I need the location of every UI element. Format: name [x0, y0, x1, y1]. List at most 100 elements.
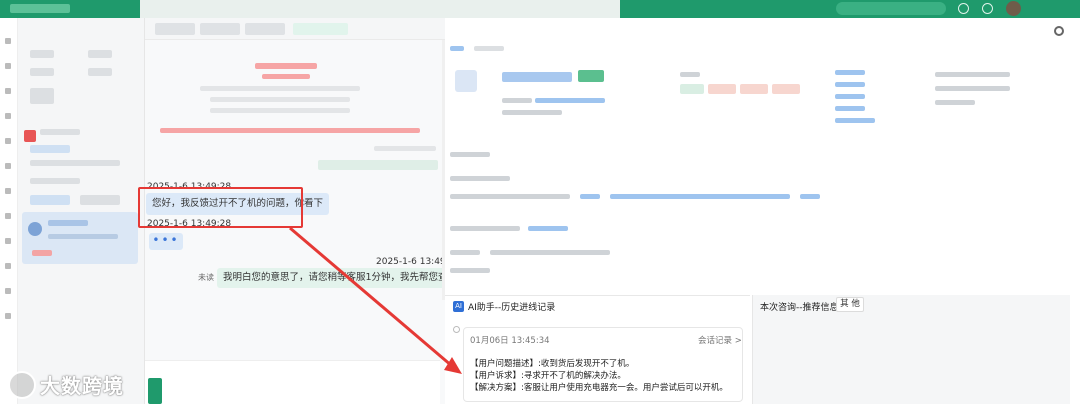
info-label: [450, 176, 510, 181]
session-tag: [30, 145, 70, 153]
customer-tag: [740, 84, 768, 94]
session-filter[interactable]: [88, 50, 112, 58]
info-label: [490, 250, 610, 255]
section-title: [450, 152, 490, 157]
info-link[interactable]: [835, 106, 865, 111]
session-preview: [48, 234, 118, 239]
info-label: [450, 250, 480, 255]
ai-assistant-icon: AI: [453, 301, 464, 312]
ai-assistant-header: AI AI助手--历史进线记录: [453, 300, 555, 313]
rail-item[interactable]: [5, 313, 11, 319]
info-link[interactable]: [835, 94, 865, 99]
rail-item[interactable]: [5, 63, 11, 69]
info-link[interactable]: [835, 70, 865, 75]
watermark-icon: [8, 370, 36, 399]
info-link[interactable]: [800, 194, 820, 199]
customer-tag: [772, 84, 800, 94]
session-name: [48, 220, 88, 226]
info-link[interactable]: [610, 194, 790, 199]
session-tag: [32, 250, 52, 256]
rail-item[interactable]: [5, 288, 11, 294]
watermark-text: 大数跨境: [40, 374, 124, 398]
info-link[interactable]: [580, 194, 600, 199]
alert-icon: [24, 130, 36, 142]
rail-item[interactable]: [5, 188, 11, 194]
info-label: [450, 194, 570, 199]
send-button[interactable]: [148, 378, 162, 404]
global-search-input[interactable]: [836, 2, 946, 15]
rail-item[interactable]: [5, 213, 11, 219]
rail-item[interactable]: [5, 138, 11, 144]
info-link[interactable]: [835, 118, 875, 123]
active-session-card[interactable]: [22, 212, 138, 264]
chat-input-toolbar[interactable]: [145, 360, 440, 404]
read-status: 未读: [198, 273, 214, 282]
ai-assistant-title: AI助手--历史进线记录: [468, 303, 556, 313]
customer-badge: [578, 70, 604, 82]
recommend-tab-other[interactable]: 其 他: [836, 297, 864, 312]
chat-tab[interactable]: [200, 23, 240, 35]
customer-tag: [708, 84, 736, 94]
info-label: [502, 98, 532, 103]
refresh-icon[interactable]: [982, 3, 993, 14]
session-tab[interactable]: [30, 195, 70, 205]
rail-item[interactable]: [5, 113, 11, 119]
panel-tab[interactable]: [474, 46, 504, 51]
highlight-box: [138, 187, 303, 228]
message-bubble: [318, 160, 438, 170]
info-label: [502, 110, 562, 115]
chat-tab[interactable]: [155, 23, 195, 35]
help-icon[interactable]: [958, 3, 969, 14]
rail-item[interactable]: [5, 163, 11, 169]
session-tab[interactable]: [80, 195, 120, 205]
session-label: [30, 160, 120, 166]
chat-notice: [255, 63, 317, 69]
info-label: [935, 72, 1010, 77]
top-bar-blurred-region: [140, 0, 620, 18]
info-label: [450, 268, 490, 273]
recommend-title: 本次咨询--推荐信息: [760, 303, 839, 313]
session-filter[interactable]: [30, 68, 54, 76]
session-filter[interactable]: [30, 50, 54, 58]
typing-indicator: •••: [149, 233, 183, 250]
rail-item[interactable]: [5, 238, 11, 244]
info-label: [935, 86, 1010, 91]
info-label: [935, 100, 975, 105]
chat-notice: [262, 74, 310, 79]
user-avatar-icon: [455, 70, 477, 92]
gear-icon[interactable]: [1054, 26, 1064, 36]
session-label: [40, 129, 80, 135]
panel-tab[interactable]: [450, 46, 464, 51]
watermark-logo: 大数跨境: [8, 370, 124, 399]
session-filter[interactable]: [88, 68, 112, 76]
info-link[interactable]: [528, 226, 568, 231]
user-avatar[interactable]: [1006, 1, 1021, 16]
left-rail: [0, 18, 18, 404]
session-record-link[interactable]: 会话记录 >: [698, 334, 742, 346]
rail-item[interactable]: [5, 88, 11, 94]
info-link[interactable]: [535, 98, 605, 103]
record-line: 【用户问题描述】:收到货后发现开不了机。: [470, 359, 635, 369]
customer-name: [502, 72, 572, 82]
chat-tab[interactable]: [245, 23, 285, 35]
session-filter[interactable]: [30, 88, 54, 104]
info-label: [680, 72, 700, 77]
chat-notice: [200, 86, 360, 91]
session-label: [30, 178, 80, 184]
record-line: 【解决方案】:客服让用户使用充电器充一会。用户尝试后可以开机。: [470, 383, 728, 393]
timeline-dot: [453, 326, 460, 333]
customer-avatar-icon: [28, 222, 42, 236]
chat-warning: [160, 128, 420, 133]
message-bubble-agent: 我明白您的意思了，请您稍等客服1分钟，我先帮您查询下~: [217, 268, 481, 288]
customer-tag: [680, 84, 704, 94]
chat-notice: [210, 97, 350, 102]
chat-notice: [210, 108, 350, 113]
rail-item[interactable]: [5, 38, 11, 44]
rail-item[interactable]: [5, 263, 11, 269]
section-title: [450, 226, 520, 231]
chat-tab-row: [145, 18, 445, 40]
app-logo: [10, 4, 70, 13]
record-line: 【用户诉求】:寻求开不了机的解决办法。: [470, 371, 626, 381]
chat-tab-active[interactable]: [293, 23, 348, 35]
info-link[interactable]: [835, 82, 865, 87]
